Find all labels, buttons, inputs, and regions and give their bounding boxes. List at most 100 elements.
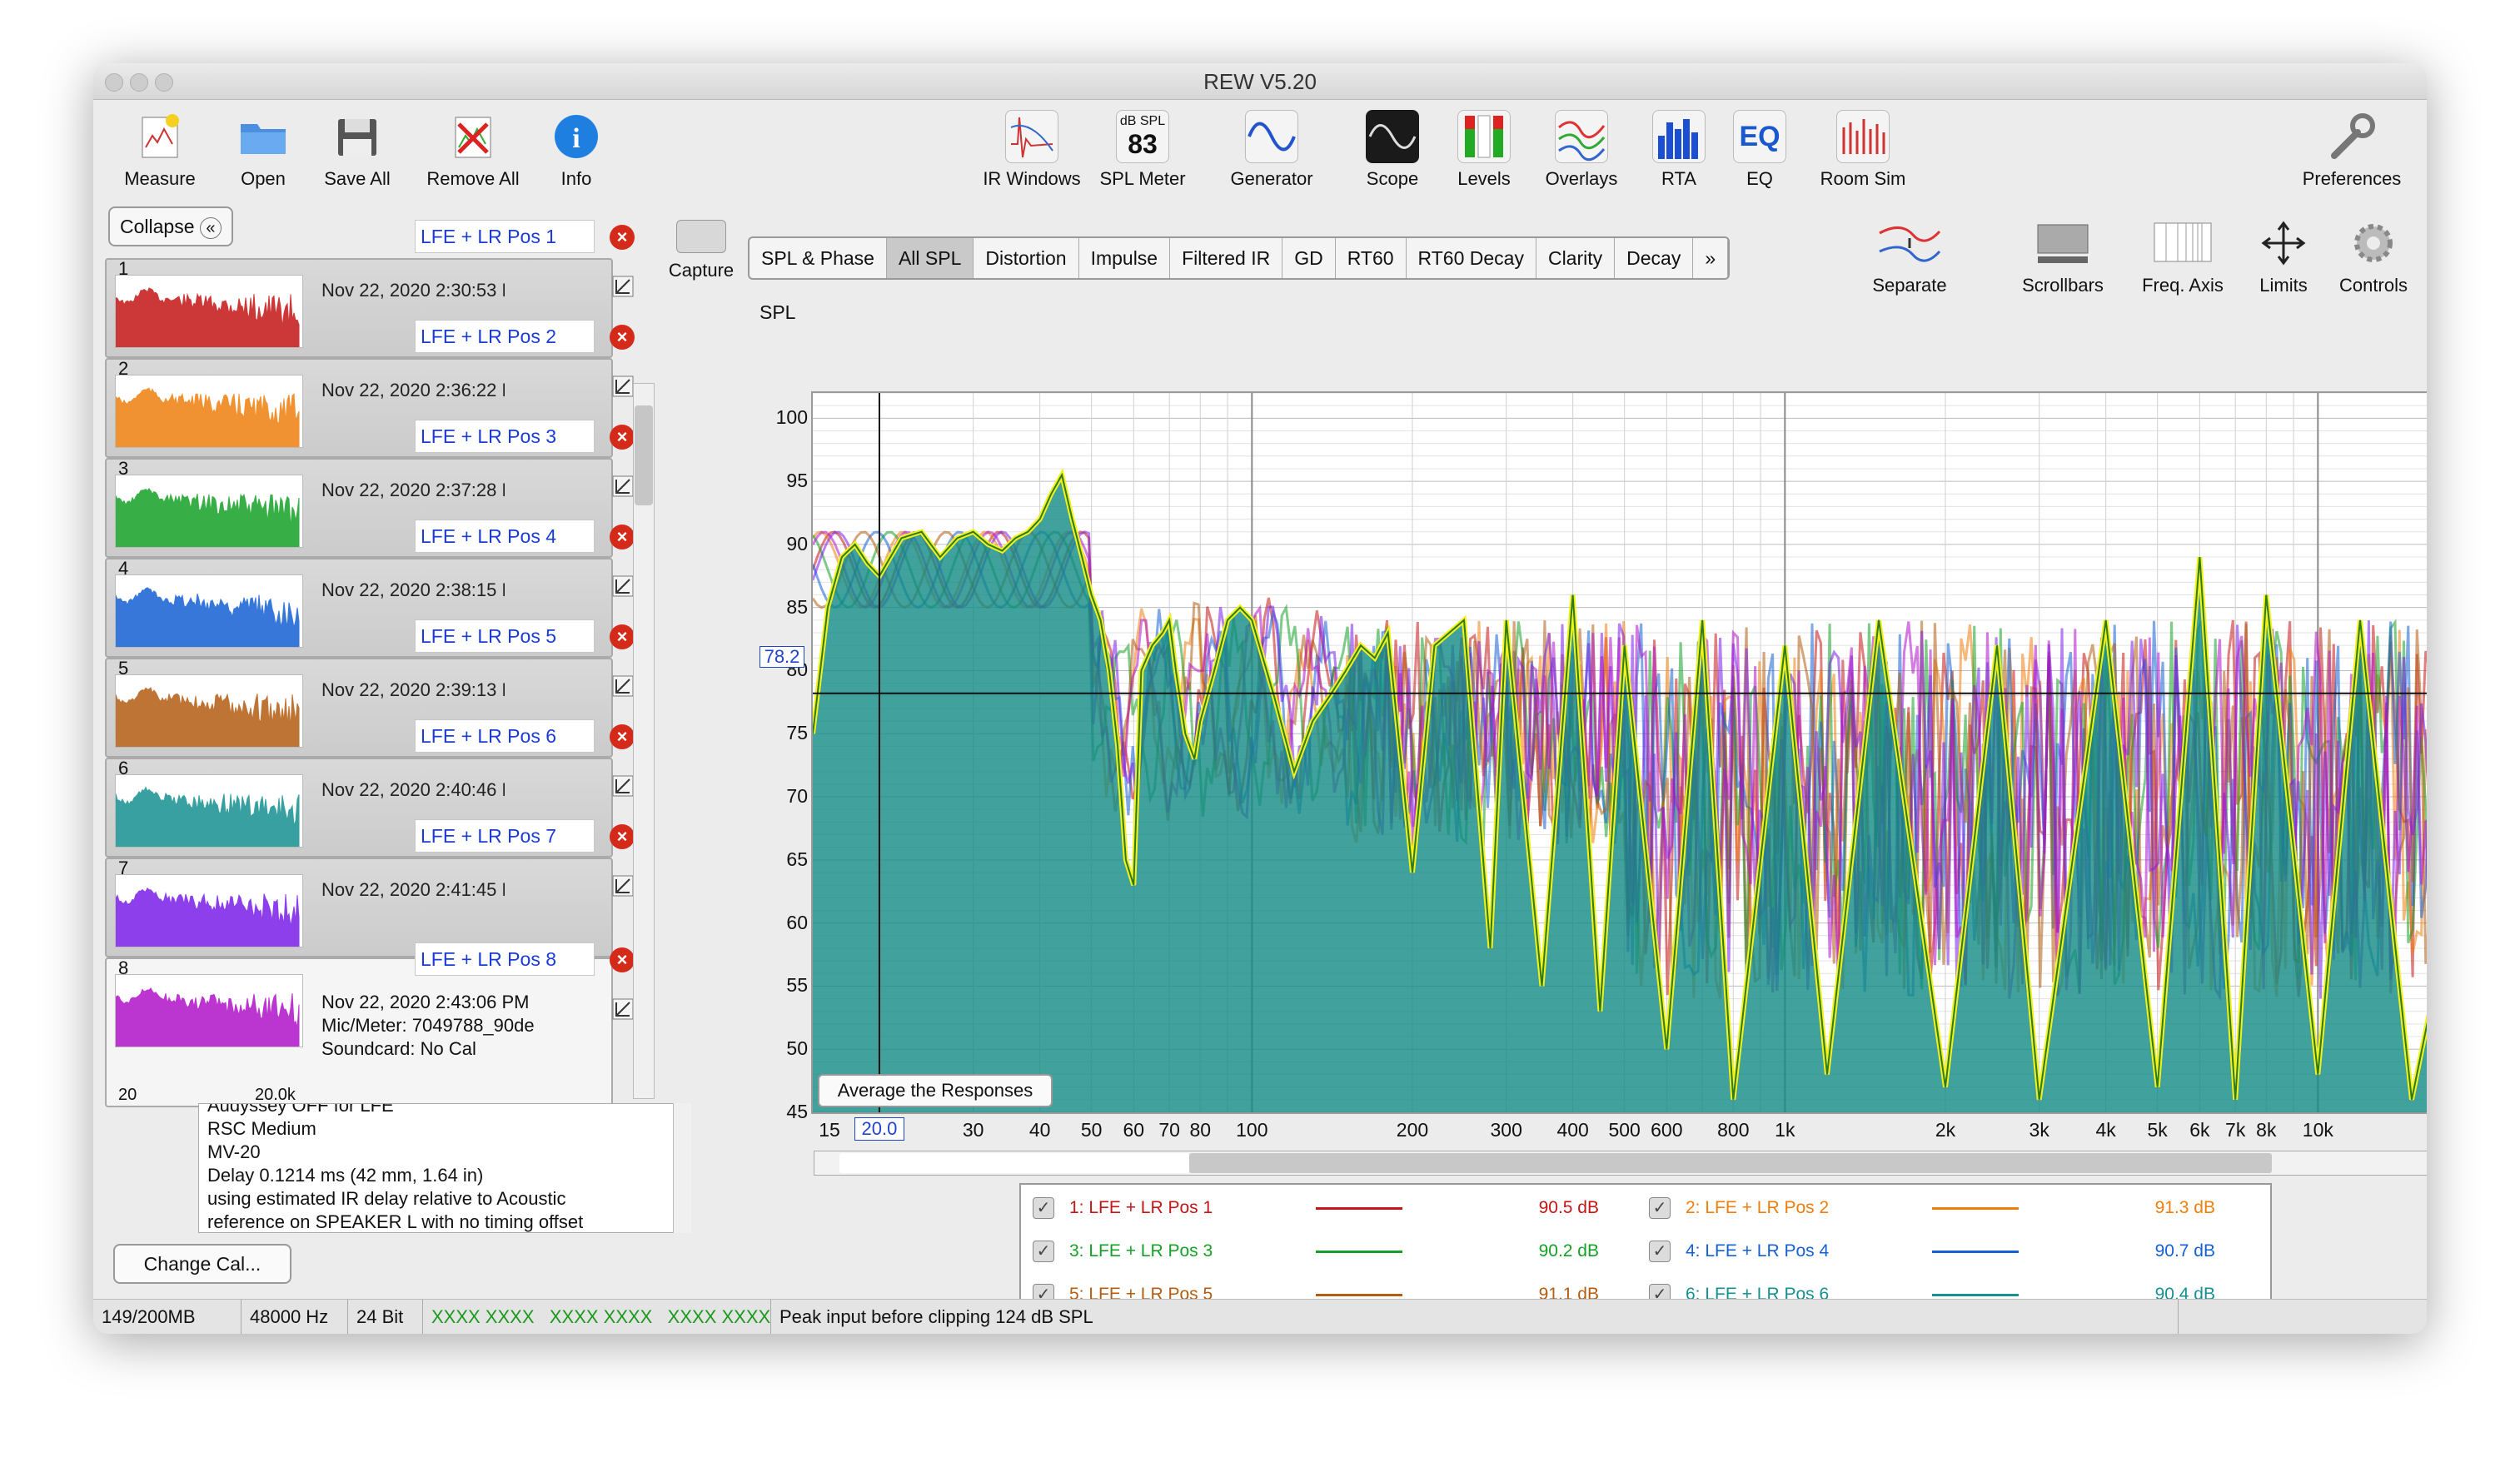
measurement-name-field[interactable]: LFE + LR Pos 1: [415, 220, 595, 253]
overlay-edit-icon[interactable]: [611, 375, 635, 398]
memory-status: 149/200MB: [93, 1300, 242, 1334]
graph-tab[interactable]: »: [1693, 238, 1729, 278]
legend-entry[interactable]: ✓ 3: LFE + LR Pos 3 90.2 dB: [1033, 1235, 1632, 1268]
open-button[interactable]: Open: [222, 110, 305, 190]
scope-icon: [1366, 110, 1419, 163]
measurement-name-field[interactable]: LFE + LR Pos 7: [415, 819, 595, 853]
y-tick-label: 90: [786, 532, 808, 554]
legend-checkbox[interactable]: ✓: [1649, 1197, 1671, 1219]
remove-measurement-icon[interactable]: ×: [610, 824, 635, 849]
measure-label: Measure: [124, 168, 196, 189]
measurement-list-scrollbar[interactable]: [633, 383, 655, 1099]
room-sim-button[interactable]: Room Sim: [1810, 110, 1915, 190]
graph-tab[interactable]: GD: [1282, 238, 1336, 278]
info-button[interactable]: i Info: [543, 110, 610, 190]
remove-all-button[interactable]: Remove All: [415, 110, 531, 190]
overlay-edit-icon[interactable]: [611, 774, 635, 798]
levels-button[interactable]: Levels: [1442, 110, 1526, 190]
measurement-name-field[interactable]: LFE + LR Pos 2: [415, 320, 595, 353]
graph-tab[interactable]: RT60 Decay: [1407, 238, 1536, 278]
freq-axis-button[interactable]: Freq. Axis: [2127, 218, 2239, 296]
overlay-edit-icon[interactable]: [611, 674, 635, 698]
graph-tab[interactable]: All SPL: [886, 238, 974, 278]
graph-tab[interactable]: Impulse: [1079, 238, 1171, 278]
overlays-button[interactable]: Overlays: [1534, 110, 1629, 190]
y-tick-label: 100: [775, 406, 808, 429]
overlay-edit-icon[interactable]: [611, 997, 635, 1021]
separate-button[interactable]: Separate: [1847, 218, 1972, 296]
spl-graph[interactable]: Average the Responses: [810, 391, 2427, 1114]
selected-mic: Mic/Meter: 7049788_90de: [321, 1015, 535, 1036]
info-label: Info: [560, 168, 592, 189]
graph-tab[interactable]: Filtered IR: [1170, 238, 1283, 278]
legend-checkbox[interactable]: ✓: [1033, 1241, 1054, 1262]
graph-tab[interactable]: Distortion: [974, 238, 1079, 278]
remove-measurement-icon[interactable]: ×: [610, 325, 635, 350]
legend-entry[interactable]: ✓ 1: LFE + LR Pos 1 90.5 dB: [1033, 1191, 1632, 1225]
x-tick-label: 2k: [1935, 1119, 1956, 1141]
controls-button[interactable]: Controls: [2330, 218, 2417, 296]
collapse-button[interactable]: Collapse «: [108, 206, 233, 246]
close-window-button[interactable]: [105, 73, 123, 92]
scrollbar-thumb[interactable]: [635, 405, 653, 505]
x-tick-label: 300: [1490, 1119, 1522, 1141]
spl-meter-label: SPL Meter: [1099, 168, 1186, 189]
camera-icon: [676, 220, 726, 253]
input-status: XXXX XXXX XXXX XXXX XXXX XXXX: [423, 1300, 771, 1334]
generator-label: Generator: [1230, 168, 1313, 189]
graph-horizontal-scrollbar[interactable]: [814, 1151, 2427, 1176]
scrollbars-button[interactable]: Scrollbars: [2000, 218, 2125, 296]
graph-tab[interactable]: Clarity: [1536, 238, 1616, 278]
limits-button[interactable]: Limits: [2242, 218, 2325, 296]
zoom-window-button[interactable]: [155, 73, 173, 92]
y-tick-label: 60: [786, 911, 808, 933]
y-tick-label: 70: [786, 785, 808, 808]
remove-measurement-icon[interactable]: ×: [610, 425, 635, 450]
overlay-edit-icon[interactable]: [611, 475, 635, 498]
overlay-edit-icon[interactable]: [611, 275, 635, 298]
scope-button[interactable]: Scope: [1349, 110, 1436, 190]
measurement-name-field[interactable]: LFE + LR Pos 4: [415, 520, 595, 553]
graph-tab[interactable]: SPL & Phase: [750, 238, 887, 278]
legend-entry[interactable]: ✓ 4: LFE + LR Pos 4 90.7 dB: [1649, 1235, 2249, 1268]
notes-scrollbar[interactable]: [673, 1103, 691, 1233]
ir-windows-button[interactable]: IR Windows: [978, 110, 1086, 190]
measure-button[interactable]: Measure: [110, 110, 210, 190]
x-tick-label: 10k: [2302, 1119, 2333, 1141]
change-cal-button[interactable]: Change Cal...: [113, 1244, 291, 1284]
graph-tab[interactable]: RT60: [1336, 238, 1407, 278]
generator-button[interactable]: Generator: [1218, 110, 1326, 190]
remove-measurement-icon[interactable]: ×: [610, 624, 635, 649]
spl-meter-button[interactable]: dB SPL 83 SPL Meter: [1093, 110, 1193, 190]
save-all-button[interactable]: Save All: [311, 110, 403, 190]
overlay-edit-icon[interactable]: [611, 574, 635, 598]
capture-button[interactable]: Capture: [661, 220, 741, 281]
measure-icon: [133, 110, 187, 163]
legend-checkbox[interactable]: ✓: [1033, 1197, 1054, 1219]
scope-label: Scope: [1366, 168, 1419, 189]
measurement-notes[interactable]: Audyssey OFF for LFE RSC Medium MV-20 Delay…: [198, 1103, 691, 1233]
title-bar: REW V5.20: [93, 63, 2427, 100]
legend-checkbox[interactable]: ✓: [1649, 1241, 1671, 1262]
average-responses-button[interactable]: Average the Responses: [818, 1074, 1053, 1107]
measurement-name-field[interactable]: LFE + LR Pos 8: [415, 942, 595, 976]
graph-tab[interactable]: Decay: [1615, 238, 1694, 278]
cursor-x-readout: 20.0: [854, 1117, 904, 1141]
measurement-name-field[interactable]: LFE + LR Pos 3: [415, 420, 595, 453]
overlay-edit-icon[interactable]: [611, 874, 635, 898]
remove-measurement-icon[interactable]: ×: [610, 225, 635, 250]
remove-measurement-icon[interactable]: ×: [610, 947, 635, 972]
minimize-window-button[interactable]: [130, 73, 148, 92]
eq-button[interactable]: EQ EQ: [1729, 110, 1790, 190]
measurement-thumbnail: [115, 375, 303, 448]
remove-measurement-icon[interactable]: ×: [610, 724, 635, 749]
rta-button[interactable]: RTA: [1644, 110, 1714, 190]
legend-entry[interactable]: ✓ 2: LFE + LR Pos 2 91.3 dB: [1649, 1191, 2249, 1225]
thumb-x-max: 20.0k: [255, 1086, 296, 1104]
measurement-name-field[interactable]: LFE + LR Pos 5: [415, 619, 595, 653]
remove-measurement-icon[interactable]: ×: [610, 525, 635, 549]
measurement-row[interactable]: 8 Nov 22, 2020 2:43:06 PM Mic/Meter: 70497…: [105, 957, 613, 1107]
scrollbar-thumb[interactable]: [1189, 1153, 2272, 1173]
preferences-button[interactable]: Preferences: [2293, 110, 2410, 190]
measurement-name-field[interactable]: LFE + LR Pos 6: [415, 719, 595, 753]
